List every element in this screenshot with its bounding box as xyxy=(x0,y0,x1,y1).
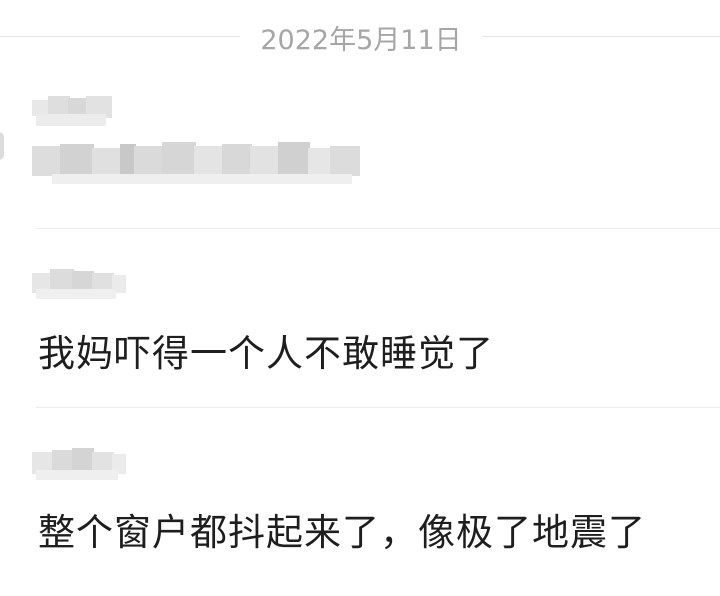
author-name-obscured xyxy=(32,446,128,482)
message-text-obscured xyxy=(32,138,362,186)
date-separator-line-left xyxy=(0,36,240,37)
date-separator-label: 2022年5月11日 xyxy=(260,25,462,56)
message-item-3: 整个窗户都抖起来了，像极了地震了 xyxy=(0,408,720,596)
message-text: 我妈吓得一个人不敢睡觉了 xyxy=(38,332,494,375)
message-text: 整个窗户都抖起来了，像极了地震了 xyxy=(38,511,646,554)
message-item-1 xyxy=(0,88,720,228)
avatar-edge xyxy=(0,132,4,160)
author-name-obscured xyxy=(32,94,116,128)
date-separator: 2022年5月11日 xyxy=(0,14,720,58)
date-separator-line-right xyxy=(482,36,720,37)
author-name-obscured xyxy=(32,267,128,301)
message-item-2: 我妈吓得一个人不敢睡觉了 xyxy=(0,229,720,407)
